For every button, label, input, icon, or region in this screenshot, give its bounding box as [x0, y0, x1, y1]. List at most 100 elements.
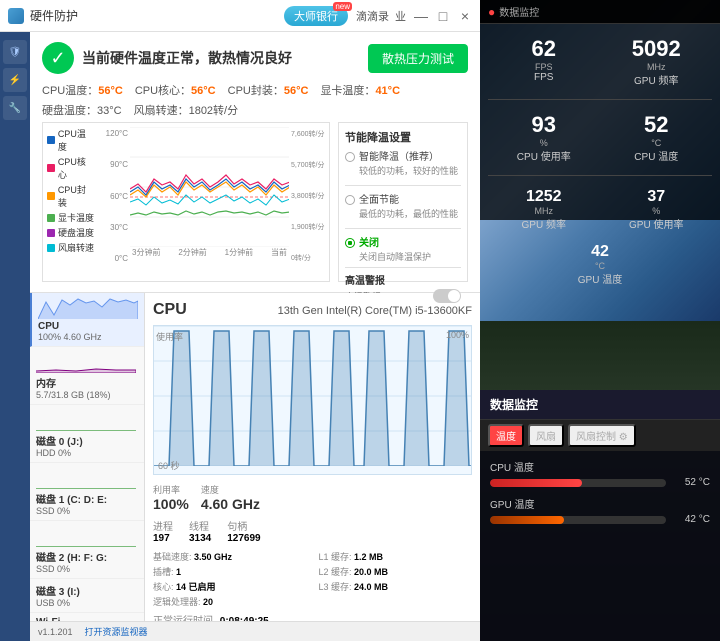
- monitor-tabs: 温度 风扇 风扇控制 ⚙: [480, 420, 720, 451]
- speed-value: 4.60 GHz: [201, 496, 260, 512]
- utilization-value: 100%: [153, 496, 189, 512]
- radio-off[interactable]: 关闭 关闭自动降温保护: [345, 237, 461, 263]
- monitor-content: CPU 温度 52 °C GPU 温度 42 °C: [480, 451, 720, 541]
- threads-group: 线程 3134: [189, 518, 211, 544]
- radio-circle-full: [345, 195, 355, 205]
- legend-cpu-temp: CPU温度: [47, 127, 94, 153]
- disk0-sub: HDD 0%: [36, 448, 138, 458]
- maximize-button[interactable]: □: [436, 9, 450, 23]
- hw-stats-row2: 硬盘温度：33°C 风扇转速：1802转/分: [42, 102, 468, 118]
- monitor-overlay: 数据监控 温度 风扇 风扇控制 ⚙ CPU 温度 52 °C GPU 温度: [480, 390, 720, 641]
- minimize-button[interactable]: —: [414, 9, 428, 23]
- sidebar-item-2[interactable]: ⚡: [3, 68, 27, 92]
- threads-label: 线程: [189, 518, 211, 533]
- resource-item-memory[interactable]: 内存 5.7/31.8 GB (18%): [30, 347, 144, 405]
- monitor-header: 数据监控: [480, 390, 720, 420]
- fps-label: FPS: [492, 72, 596, 83]
- disk3-sub: USB 0%: [36, 598, 138, 608]
- tab-fan-control[interactable]: 风扇控制 ⚙: [568, 424, 636, 447]
- warning-toggle[interactable]: [433, 289, 461, 303]
- dajian-button[interactable]: 大师银行 new: [284, 6, 348, 26]
- version-label: v1.1.201: [38, 627, 73, 637]
- radio-full-save[interactable]: 全面节能 最低的功耗，最低的性能: [345, 194, 461, 220]
- speed-label: 速度: [201, 483, 260, 496]
- handles-value: 127699: [227, 533, 260, 544]
- fps-item: 62 FPS FPS: [488, 32, 600, 91]
- gpu-freq2-item: 1252 MHz GPU 频率: [488, 184, 600, 235]
- gpu-temp-ov-label: GPU 温度: [480, 271, 720, 286]
- l1-cache-row: L1 缓存: 1.2 MB: [319, 550, 473, 563]
- advanced-title: 高温警报: [345, 272, 461, 287]
- resource-item-disk0[interactable]: 磁盘 0 (J:) HDD 0%: [30, 405, 144, 463]
- cpu-usage-unit: %: [492, 138, 596, 148]
- disk0-name: 磁盘 0 (J:): [36, 433, 138, 448]
- disk-temp-stat: 硬盘温度：33°C: [42, 102, 122, 118]
- fps-grid: 62 FPS FPS 5092 MHz GPU 频率: [480, 24, 720, 99]
- chart-legend: CPU温度 CPU核心 CPU封装: [47, 127, 94, 254]
- cpu-core-stat: CPU核心：56°C: [135, 82, 216, 98]
- stress-test-button[interactable]: 散热压力测试: [368, 44, 468, 73]
- radio-smart-cooling[interactable]: 智能降温（推荐） 较低的功耗，较好的性能: [345, 151, 461, 177]
- cpu-utilization-group: 利用率 100%: [153, 483, 189, 512]
- gpu-freq2-label: GPU 频率: [492, 216, 596, 231]
- gpu-temp-monitor: GPU 温度 42 °C: [490, 496, 710, 525]
- cpu-temp-unit: °C: [605, 138, 709, 148]
- tab-temperature[interactable]: 温度: [488, 424, 524, 447]
- title-bar: 硬件防护 大师银行 new 滴滴录 业 — □ ×: [0, 0, 480, 32]
- gpu-freq-unit: MHz: [605, 62, 709, 72]
- hardware-panel: ✓ 当前硬件温度正常，散热情况良好 散热压力测试 CPU温度：56°C CPU核…: [30, 32, 480, 293]
- gpu-temp-monitor-value: 42 °C: [674, 514, 710, 525]
- gpu-freq2-unit: MHz: [492, 206, 596, 216]
- cpu-sparkline: [38, 297, 138, 319]
- temperature-chart: [130, 127, 289, 247]
- disk2-name: 磁盘 2 (H: F: G:: [36, 549, 138, 564]
- l2-cache-row: L2 缓存: 20.0 MB: [319, 565, 473, 578]
- resource-item-disk3[interactable]: 磁盘 3 (I:) USB 0%: [30, 579, 144, 613]
- cpu-model: 13th Gen Intel(R) Core(TM) i5-13600KF: [278, 305, 472, 317]
- gpu-freq-item: 5092 MHz GPU 频率: [601, 32, 713, 91]
- base-speed-row: 基础速度: 3.50 GHz: [153, 550, 307, 563]
- cpu-usage-svg: [154, 326, 471, 466]
- gpu-temp-bar: [490, 516, 564, 524]
- sidebar-item-3[interactable]: 🔧: [3, 96, 27, 120]
- fps-grid2: 93 % CPU 使用率 52 °C CPU 温度: [480, 100, 720, 175]
- lp-row: 逻辑处理器: 20: [153, 595, 307, 608]
- gpu-freq-label: GPU 频率: [605, 72, 709, 87]
- fps-grid3: 1252 MHz GPU 频率 37 % GPU 使用率: [480, 176, 720, 243]
- gpu-freq2-value: 1252: [492, 188, 596, 206]
- cpu-details-grid: 基础速度: 3.50 GHz L1 缓存: 1.2 MB 插槽: 1 L2 缓存…: [153, 550, 472, 608]
- cpu-name-large: CPU: [153, 301, 187, 319]
- uptime-row: 正常运行时间 0:08:49:25: [153, 612, 472, 621]
- threads-value: 3134: [189, 533, 211, 544]
- l3-cache-row: L3 缓存: 24.0 MB: [319, 580, 473, 593]
- tab-fan[interactable]: 风扇: [528, 424, 564, 447]
- resource-item-disk1[interactable]: 磁盘 1 (C: D: E: SSD 0%: [30, 463, 144, 521]
- background-panel: ● 数据监控 62 FPS FPS 5092 MHz GPU 频率 93 % C…: [480, 0, 720, 641]
- resource-item-disk2[interactable]: 磁盘 2 (H: F: G: SSD 0%: [30, 521, 144, 579]
- chart-y-axis-left: 120°C 90°C 60°C 30°C 0°C: [102, 127, 130, 277]
- utilization-label: 利用率: [153, 483, 189, 496]
- disk2-sub: SSD 0%: [36, 564, 138, 574]
- chart-label-60s: 60 秒: [158, 459, 180, 472]
- disk1-name: 磁盘 1 (C: D: E:: [36, 491, 138, 506]
- disk3-name: 磁盘 3 (I:): [36, 583, 138, 598]
- sidebar-item-1[interactable]: 🛡: [3, 40, 27, 64]
- gpu-freq-value: 5092: [605, 36, 709, 62]
- chart-section: CPU温度 CPU核心 CPU封装: [42, 122, 468, 282]
- slots-row: 插槽: 1: [153, 565, 307, 578]
- legend-cpu-pkg: CPU封装: [47, 183, 94, 209]
- cpu-stats-row: 利用率 100% 速度 4.60 GHz: [153, 483, 472, 512]
- cpu-usage-chart: 使用率 100% 60 秒: [153, 325, 472, 475]
- processes-label: 进程: [153, 518, 173, 533]
- settings-panel: 节能降温设置 智能降温（推荐） 较低的功耗，较好的性能: [338, 122, 468, 282]
- resource-item-wifi[interactable]: Wi-Fi WLAN 发送: 0 接收: 16.0 K: [30, 613, 144, 621]
- chart-label-usage: 使用率: [156, 330, 183, 343]
- resource-monitor-link[interactable]: 打开资源监视器: [85, 625, 148, 638]
- fps-unit: FPS: [492, 62, 596, 72]
- close-button[interactable]: ×: [458, 9, 472, 23]
- processes-value: 197: [153, 533, 173, 544]
- gpu-temp-bar-track: [490, 516, 666, 524]
- resource-item-cpu[interactable]: CPU 100% 4.60 GHz: [30, 293, 144, 347]
- user-label: 滴滴录: [356, 8, 389, 24]
- memory-sub: 5.7/31.8 GB (18%): [36, 390, 138, 400]
